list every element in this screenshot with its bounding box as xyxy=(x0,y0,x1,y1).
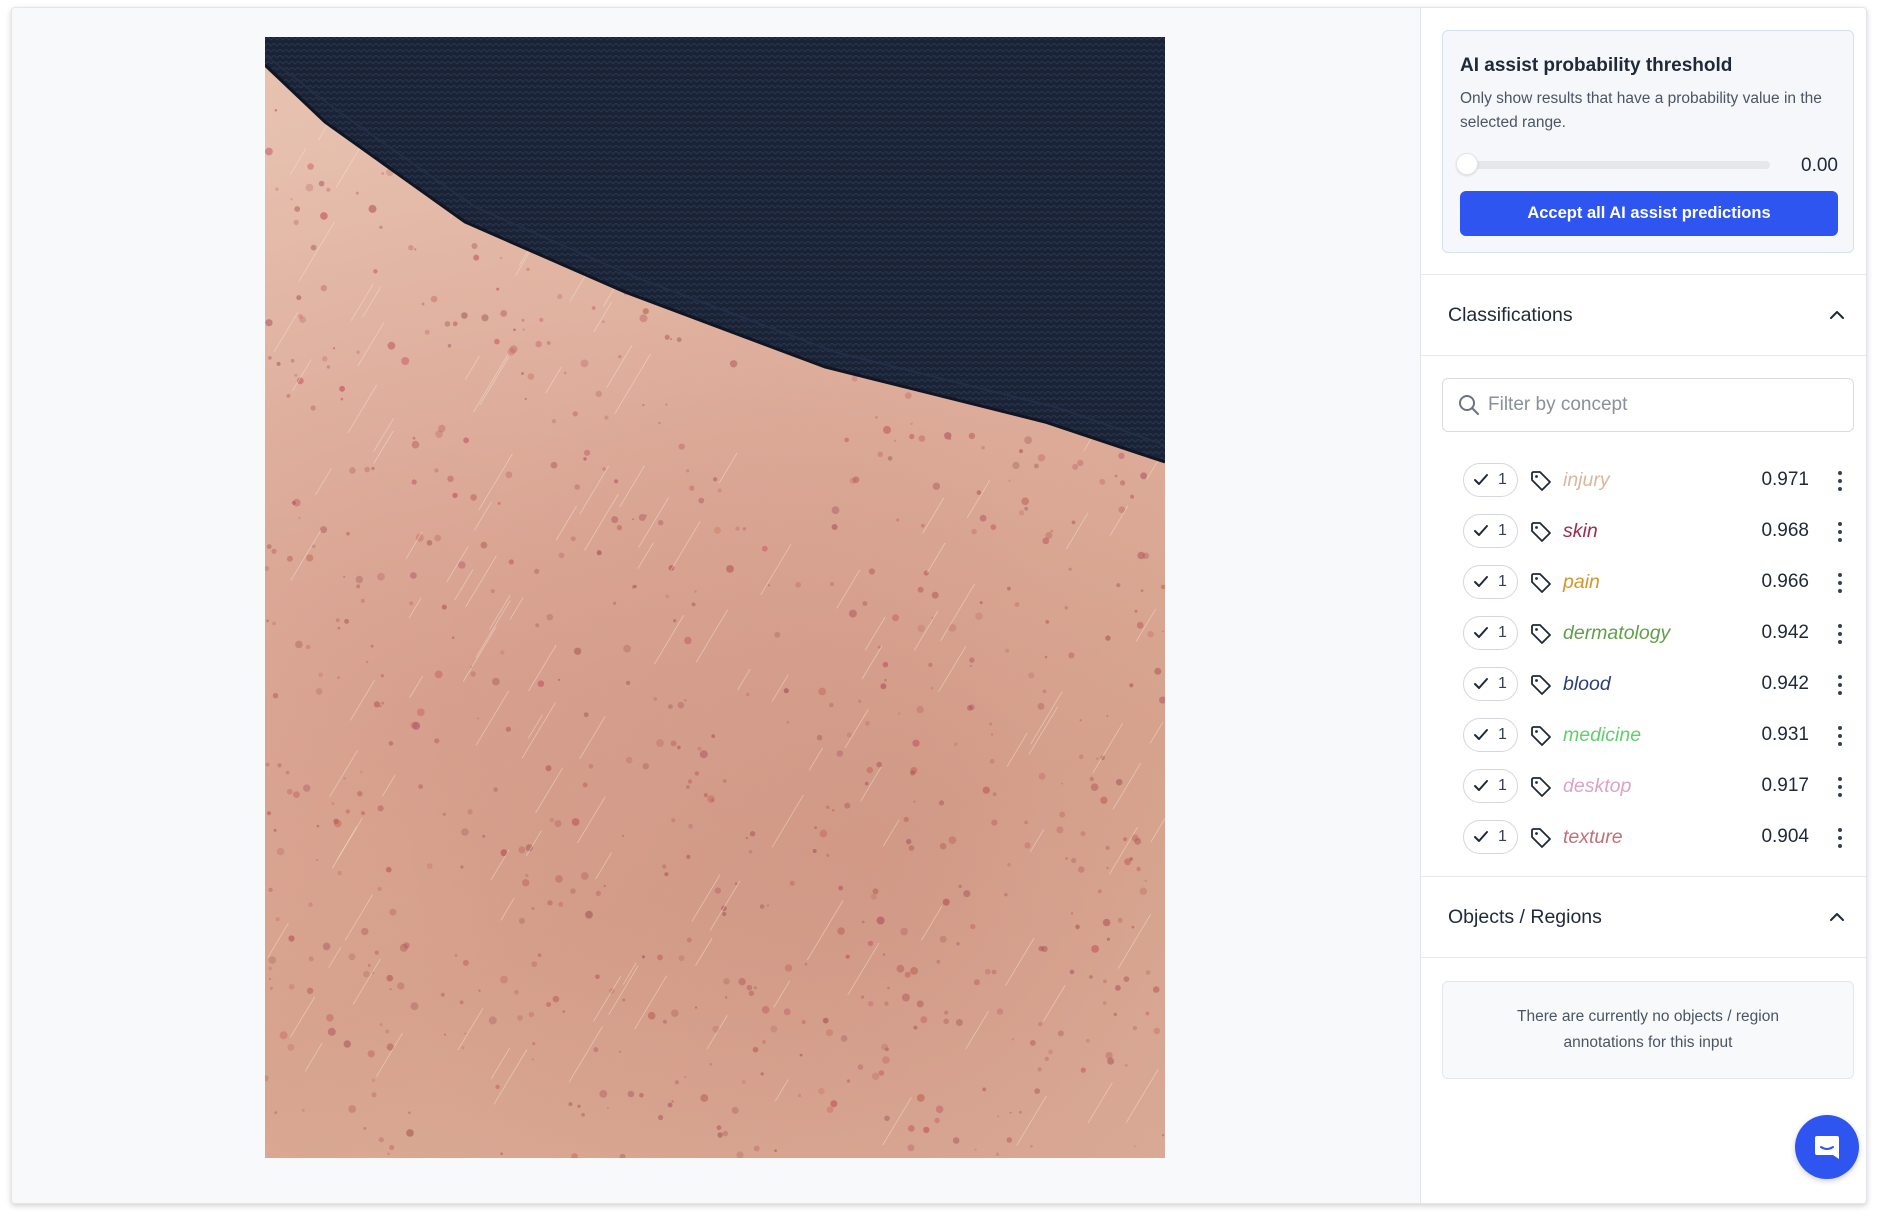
check-icon xyxy=(1474,678,1488,689)
concept-row[interactable]: 1 texture 0.904 xyxy=(1421,813,1866,864)
concept-probability: 0.942 xyxy=(1761,673,1809,694)
accept-count: 1 xyxy=(1498,624,1507,641)
accept-toggle[interactable]: 1 xyxy=(1463,616,1518,650)
more-options-icon[interactable] xyxy=(1833,570,1847,596)
chat-support-button[interactable] xyxy=(1795,1115,1859,1179)
regions-empty-state: There are currently no objects / region … xyxy=(1442,981,1854,1079)
classifications-header[interactable]: Classifications xyxy=(1421,274,1866,356)
slider-track[interactable] xyxy=(1460,161,1770,169)
check-icon xyxy=(1474,627,1488,638)
fabric-overlay xyxy=(265,37,1165,464)
check-icon xyxy=(1474,576,1488,587)
chevron-up-icon[interactable] xyxy=(1828,306,1846,324)
accept-count: 1 xyxy=(1498,675,1507,692)
concept-name[interactable]: medicine xyxy=(1563,724,1641,747)
ai-assist-title: AI assist probability threshold xyxy=(1460,55,1733,76)
concept-probability: 0.966 xyxy=(1761,571,1809,592)
concept-probability: 0.917 xyxy=(1761,775,1809,796)
empty-message: There are currently no objects / region … xyxy=(1517,1008,1779,1051)
accept-toggle[interactable]: 1 xyxy=(1463,514,1518,548)
side-panel: AI assist probability threshold Only sho… xyxy=(1420,8,1866,1203)
objects-regions-header[interactable]: Objects / Regions xyxy=(1421,876,1866,958)
concept-row[interactable]: 1 medicine 0.931 xyxy=(1421,711,1866,762)
ai-assist-description: Only show results that have a probabilit… xyxy=(1460,90,1822,131)
classifications-title: Classifications xyxy=(1448,303,1573,326)
concept-name[interactable]: texture xyxy=(1563,826,1623,849)
accept-count: 1 xyxy=(1498,522,1507,539)
accept-toggle[interactable]: 1 xyxy=(1463,820,1518,854)
more-options-icon[interactable] xyxy=(1833,774,1847,800)
chevron-up-icon[interactable] xyxy=(1828,908,1846,926)
concept-name[interactable]: dermatology xyxy=(1563,622,1670,645)
filter-input[interactable] xyxy=(1488,394,1828,416)
concept-name[interactable]: skin xyxy=(1563,520,1598,543)
check-icon xyxy=(1474,831,1488,842)
concept-probability: 0.968 xyxy=(1761,520,1809,541)
concept-row[interactable]: 1 dermatology 0.942 xyxy=(1421,609,1866,660)
concept-probability: 0.904 xyxy=(1761,826,1809,847)
more-options-icon[interactable] xyxy=(1833,723,1847,749)
concept-row[interactable]: 1 injury 0.971 xyxy=(1421,456,1866,507)
check-icon xyxy=(1474,729,1488,740)
objects-regions-title: Objects / Regions xyxy=(1448,905,1602,928)
accept-count: 1 xyxy=(1498,573,1507,590)
concept-row[interactable]: 1 skin 0.968 xyxy=(1421,507,1866,558)
accept-toggle[interactable]: 1 xyxy=(1463,667,1518,701)
tag-icon xyxy=(1531,777,1551,797)
concept-name[interactable]: injury xyxy=(1563,469,1610,492)
accept-toggle[interactable]: 1 xyxy=(1463,769,1518,803)
tag-icon xyxy=(1531,471,1551,491)
accept-count: 1 xyxy=(1498,777,1507,794)
concept-name[interactable]: desktop xyxy=(1563,775,1631,798)
concept-name[interactable]: blood xyxy=(1563,673,1611,696)
tag-icon xyxy=(1531,624,1551,644)
concept-row[interactable]: 1 pain 0.966 xyxy=(1421,558,1866,609)
accept-count: 1 xyxy=(1498,726,1507,743)
ai-assist-card: AI assist probability threshold Only sho… xyxy=(1442,30,1854,253)
concept-probability: 0.942 xyxy=(1761,622,1809,643)
concept-filter[interactable] xyxy=(1442,378,1854,432)
search-icon xyxy=(1459,395,1479,415)
concept-row[interactable]: 1 blood 0.942 xyxy=(1421,660,1866,711)
concept-name[interactable]: pain xyxy=(1563,571,1600,594)
more-options-icon[interactable] xyxy=(1833,519,1847,545)
tag-icon xyxy=(1531,573,1551,593)
tag-icon xyxy=(1531,726,1551,746)
accept-count: 1 xyxy=(1498,828,1507,845)
check-icon xyxy=(1474,780,1488,791)
check-icon xyxy=(1474,474,1488,485)
concept-list[interactable]: 1 injury 0.971 1 skin 0.968 1 pain 0.966 1 dermato… xyxy=(1421,456,1866,884)
tag-icon xyxy=(1531,522,1551,542)
accept-toggle[interactable]: 1 xyxy=(1463,463,1518,497)
concept-probability: 0.971 xyxy=(1761,469,1809,490)
tag-icon xyxy=(1531,675,1551,695)
accept-all-predictions-button[interactable]: Accept all AI assist predictions xyxy=(1460,191,1838,236)
input-image xyxy=(265,37,1165,1158)
tag-icon xyxy=(1531,828,1551,848)
concept-probability: 0.931 xyxy=(1761,724,1809,745)
concept-row[interactable]: 1 desktop 0.917 xyxy=(1421,762,1866,813)
chat-icon xyxy=(1815,1136,1839,1159)
more-options-icon[interactable] xyxy=(1833,825,1847,851)
accept-toggle[interactable]: 1 xyxy=(1463,565,1518,599)
threshold-slider[interactable]: 0.00 xyxy=(1456,153,1838,176)
image-viewer[interactable] xyxy=(12,8,1419,1203)
shirt-fabric xyxy=(265,37,1165,462)
accept-toggle[interactable]: 1 xyxy=(1463,718,1518,752)
threshold-value: 0.00 xyxy=(1801,155,1838,176)
check-icon xyxy=(1474,525,1488,536)
more-options-icon[interactable] xyxy=(1833,672,1847,698)
more-options-icon[interactable] xyxy=(1833,621,1847,647)
annotation-window: AI assist probability threshold Only sho… xyxy=(11,7,1867,1204)
slider-thumb[interactable] xyxy=(1456,153,1478,175)
accept-count: 1 xyxy=(1498,471,1507,488)
more-options-icon[interactable] xyxy=(1833,468,1847,494)
